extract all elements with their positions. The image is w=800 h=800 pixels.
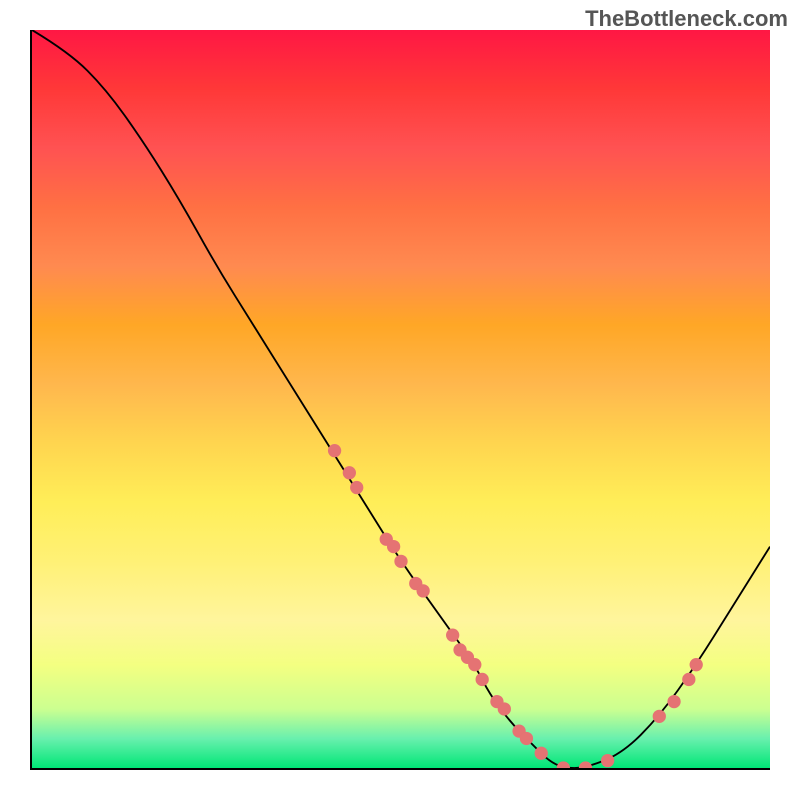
data-marker (535, 747, 548, 760)
data-marker (343, 466, 356, 479)
data-marker (690, 658, 703, 671)
curve-svg (32, 30, 770, 768)
data-marker (446, 629, 459, 642)
data-marker (476, 673, 489, 686)
data-marker (387, 540, 400, 553)
watermark-text: TheBottleneck.com (585, 6, 788, 32)
data-marker (579, 761, 592, 768)
data-marker (350, 481, 363, 494)
data-markers (328, 444, 703, 768)
data-marker (520, 732, 533, 745)
chart-container: TheBottleneck.com (0, 0, 800, 800)
data-marker (653, 710, 666, 723)
data-marker (328, 444, 341, 457)
data-marker (416, 584, 429, 597)
data-marker (468, 658, 481, 671)
data-marker (557, 761, 570, 768)
bottleneck-curve (32, 30, 770, 768)
data-marker (498, 702, 511, 715)
data-marker (394, 555, 407, 568)
plot-area (30, 30, 770, 770)
data-marker (667, 695, 680, 708)
data-marker (601, 754, 614, 767)
data-marker (682, 673, 695, 686)
